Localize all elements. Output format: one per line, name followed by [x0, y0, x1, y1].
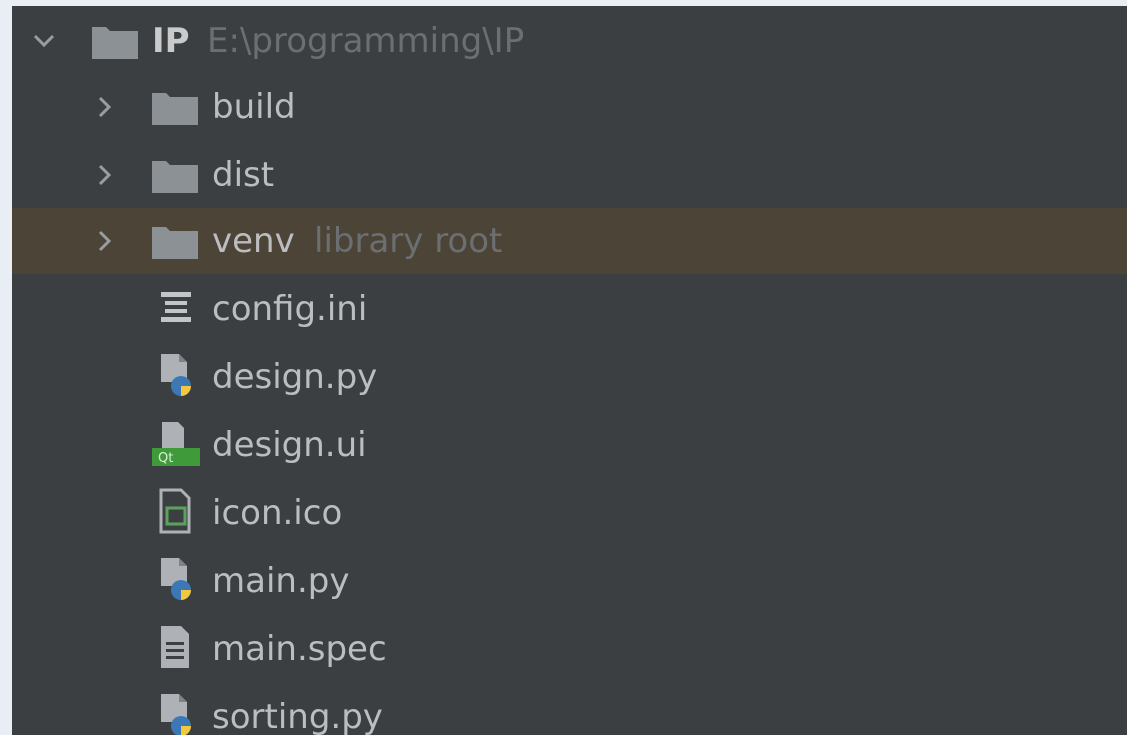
qt-ui-file-icon: Qt: [152, 420, 202, 466]
tree-row-root[interactable]: IP E:\programming\IP: [12, 8, 1127, 74]
text-file-icon: [157, 624, 207, 668]
svg-text:Qt: Qt: [158, 451, 173, 466]
chevron-right-icon[interactable]: [90, 226, 120, 256]
ini-file-icon: [157, 286, 207, 330]
python-file-icon: [157, 556, 207, 600]
project-tree-panel: IP E:\programming\IP build dist venv lib…: [12, 6, 1127, 735]
folder-icon: [150, 219, 200, 263]
tree-row-build[interactable]: build: [12, 74, 1127, 140]
folder-icon: [150, 153, 200, 197]
folder-icon: [150, 85, 200, 129]
chevron-down-icon[interactable]: [29, 26, 59, 56]
root-folder-name: IP: [152, 21, 190, 61]
file-name: design.ui: [212, 425, 367, 465]
tree-row-dist[interactable]: dist: [12, 142, 1127, 208]
file-name: main.spec: [212, 629, 387, 669]
tree-row-file[interactable]: sorting.py: [12, 684, 1127, 735]
file-name: config.ini: [212, 289, 368, 329]
file-name: sorting.py: [212, 697, 383, 735]
tree-row-file[interactable]: design.py: [12, 344, 1127, 410]
folder-name: venv: [212, 221, 295, 261]
root-folder-path: E:\programming\IP: [207, 21, 525, 61]
folder-name: dist: [212, 155, 275, 195]
chevron-right-icon[interactable]: [90, 92, 120, 122]
chevron-right-icon[interactable]: [90, 160, 120, 190]
tree-row-file[interactable]: main.spec: [12, 616, 1127, 682]
image-file-icon: [157, 488, 207, 534]
folder-name: build: [212, 87, 296, 127]
tree-row-file[interactable]: main.py: [12, 548, 1127, 614]
python-file-icon: [157, 352, 207, 396]
library-root-hint: library root: [314, 221, 503, 261]
python-file-icon: [157, 692, 207, 735]
file-name: design.py: [212, 357, 378, 397]
tree-row-file[interactable]: Qt design.ui: [12, 412, 1127, 478]
tree-row-file[interactable]: config.ini: [12, 276, 1127, 342]
tree-row-venv[interactable]: venv library root: [12, 208, 1127, 274]
folder-icon: [90, 19, 140, 63]
tree-row-file[interactable]: icon.ico: [12, 480, 1127, 546]
file-name: icon.ico: [212, 493, 343, 533]
file-name: main.py: [212, 561, 350, 601]
